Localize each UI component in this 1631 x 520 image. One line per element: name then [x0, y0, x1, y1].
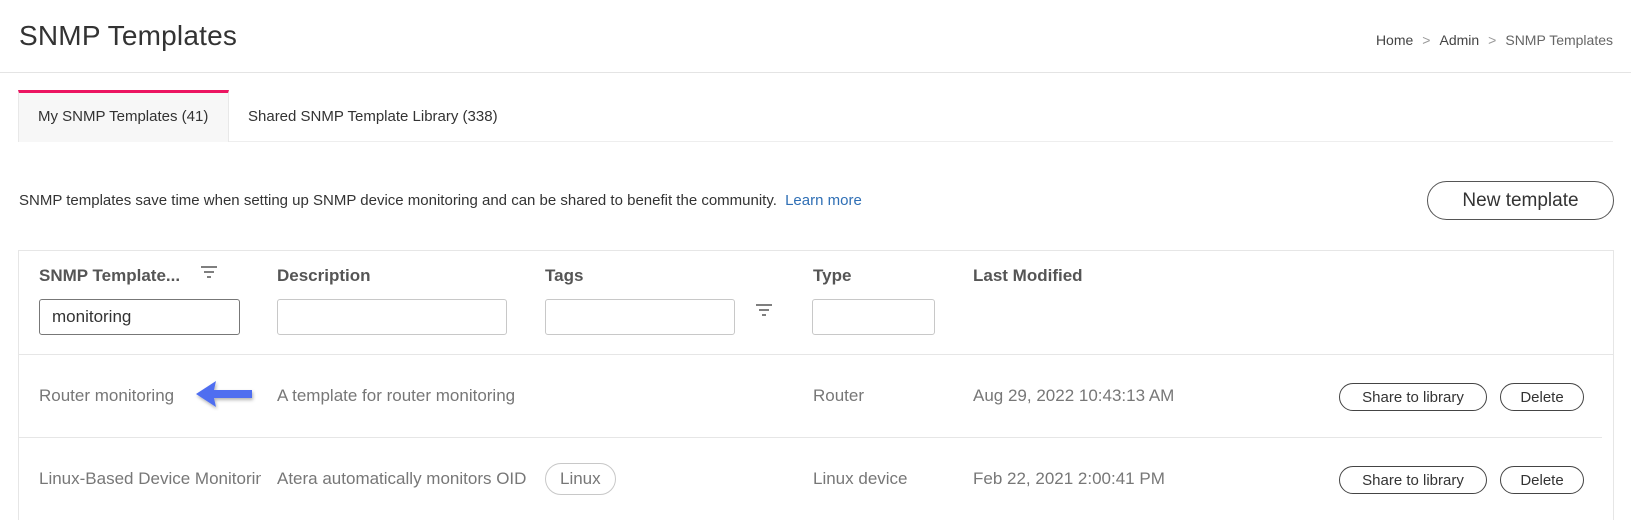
column-header-tags: Tags	[545, 266, 584, 285]
template-description: Atera automatically monitors OIDs	[277, 469, 527, 488]
table-row[interactable]: Linux-Based Device Monitoring Atera auto…	[19, 438, 1602, 520]
table-row[interactable]: Router monitoring A template for router …	[19, 355, 1602, 438]
breadcrumb-separator: >	[1422, 32, 1431, 48]
template-last-modified: Feb 22, 2021 2:00:41 PM	[973, 469, 1165, 488]
template-tags: Linux	[545, 438, 745, 520]
breadcrumb-home[interactable]: Home	[1376, 32, 1413, 48]
breadcrumb-admin[interactable]: Admin	[1439, 32, 1479, 48]
template-name[interactable]: Linux-Based Device Monitoring	[39, 438, 261, 520]
filter-icon[interactable]	[201, 265, 217, 279]
page-title: SNMP Templates	[19, 20, 238, 51]
breadcrumb: Home > Admin > SNMP Templates	[1376, 32, 1613, 48]
intro-text: SNMP templates save time when setting up…	[19, 192, 862, 209]
tab-my-snmp-templates[interactable]: My SNMP Templates (41)	[18, 90, 229, 142]
share-to-library-button[interactable]: Share to library	[1339, 466, 1487, 494]
learn-more-link[interactable]: Learn more	[785, 192, 862, 209]
arrow-left-icon	[194, 377, 256, 416]
column-header-description: Description	[277, 266, 371, 285]
description-filter-input[interactable]	[277, 299, 507, 335]
type-filter-input[interactable]	[812, 299, 935, 335]
page-header: SNMP Templates Home > Admin > SNMP Templ…	[0, 0, 1631, 73]
tab-bar: My SNMP Templates (41) Shared SNMP Templ…	[18, 90, 1613, 142]
tag-chip: Linux	[545, 463, 616, 495]
template-type: Router	[813, 386, 865, 405]
templates-table: SNMP Template... Description Tags Type L…	[18, 250, 1614, 520]
intro-description: SNMP templates save time when setting up…	[19, 192, 777, 209]
column-header-name[interactable]: SNMP Template...	[39, 266, 180, 286]
delete-button[interactable]: Delete	[1500, 466, 1584, 494]
template-type: Linux device	[813, 469, 908, 488]
delete-button[interactable]: Delete	[1500, 383, 1584, 411]
breadcrumb-current: SNMP Templates	[1505, 32, 1613, 48]
breadcrumb-separator: >	[1488, 32, 1497, 48]
share-to-library-button[interactable]: Share to library	[1339, 383, 1487, 411]
template-description: A template for router monitoring	[277, 386, 516, 405]
tab-shared-library[interactable]: Shared SNMP Template Library (338)	[229, 90, 517, 142]
name-filter-input[interactable]	[39, 299, 240, 335]
column-header-last-modified: Last Modified	[973, 266, 1083, 285]
new-template-button[interactable]: New template	[1427, 181, 1614, 220]
template-name[interactable]: Router monitoring	[39, 355, 189, 437]
filter-icon[interactable]	[756, 303, 772, 317]
table-header: SNMP Template... Description Tags Type L…	[19, 251, 1613, 355]
column-header-type: Type	[813, 266, 852, 285]
tags-filter-input[interactable]	[545, 299, 735, 335]
template-last-modified: Aug 29, 2022 10:43:13 AM	[973, 386, 1175, 405]
